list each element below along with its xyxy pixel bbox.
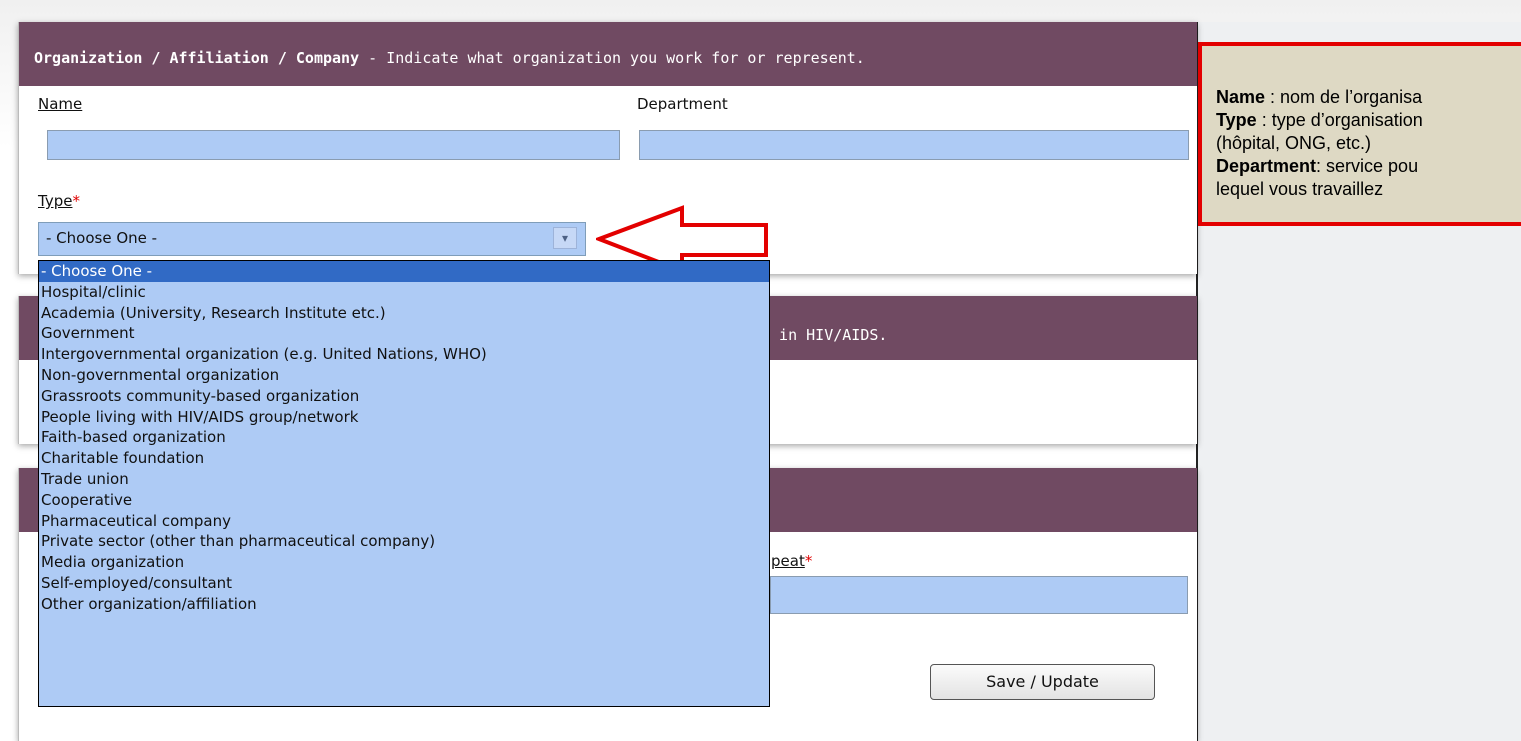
type-option[interactable]: Intergovernmental organization (e.g. Uni… <box>39 344 769 365</box>
type-option[interactable]: People living with HIV/AIDS group/networ… <box>39 407 769 428</box>
save-update-button[interactable]: Save / Update <box>930 664 1155 700</box>
type-option[interactable]: Grassroots community-based organization <box>39 386 769 407</box>
type-option[interactable]: Self-employed/consultant <box>39 573 769 594</box>
department-input[interactable] <box>639 130 1189 160</box>
type-select[interactable]: - Choose One - ▾ <box>38 222 586 256</box>
required-asterisk: * <box>72 192 80 210</box>
type-option[interactable]: Charitable foundation <box>39 448 769 469</box>
type-option[interactable]: Trade union <box>39 469 769 490</box>
type-option[interactable]: Other organization/affiliation <box>39 594 769 615</box>
repeat-label: peat* <box>771 552 813 570</box>
type-option[interactable]: Private sector (other than pharmaceutica… <box>39 531 769 552</box>
type-option[interactable]: Government <box>39 323 769 344</box>
organization-heading-description: - Indicate what organization you work fo… <box>359 49 865 67</box>
organization-heading-title: Organization / Affiliation / Company <box>34 49 360 67</box>
type-option[interactable]: Non-governmental organization <box>39 365 769 386</box>
type-option[interactable]: Faith-based organization <box>39 427 769 448</box>
repeat-input[interactable] <box>770 576 1188 614</box>
organization-panel-header: Organization / Affiliation / Company - I… <box>19 22 1197 86</box>
type-option[interactable]: Hospital/clinic <box>39 282 769 303</box>
department-label: Department <box>637 95 728 113</box>
type-select-value: - Choose One - <box>46 229 158 247</box>
type-option[interactable]: Media organization <box>39 552 769 573</box>
help-callout: Name : nom de l’organisa Type : type d’o… <box>1198 42 1521 226</box>
chevron-down-icon[interactable]: ▾ <box>553 227 577 249</box>
type-option[interactable]: Cooperative <box>39 490 769 511</box>
type-option[interactable]: Pharmaceutical company <box>39 511 769 532</box>
name-label: Name <box>38 95 83 113</box>
hiv-work-heading-fragment: k in HIV/AIDS. <box>761 326 888 344</box>
type-label: Type* <box>38 192 80 210</box>
type-options-list[interactable]: - Choose One - Hospital/clinic Academia (U… <box>38 260 770 707</box>
type-option[interactable]: - Choose One - <box>39 261 769 282</box>
type-option[interactable]: Academia (University, Research Institute… <box>39 303 769 324</box>
name-input[interactable] <box>47 130 620 160</box>
